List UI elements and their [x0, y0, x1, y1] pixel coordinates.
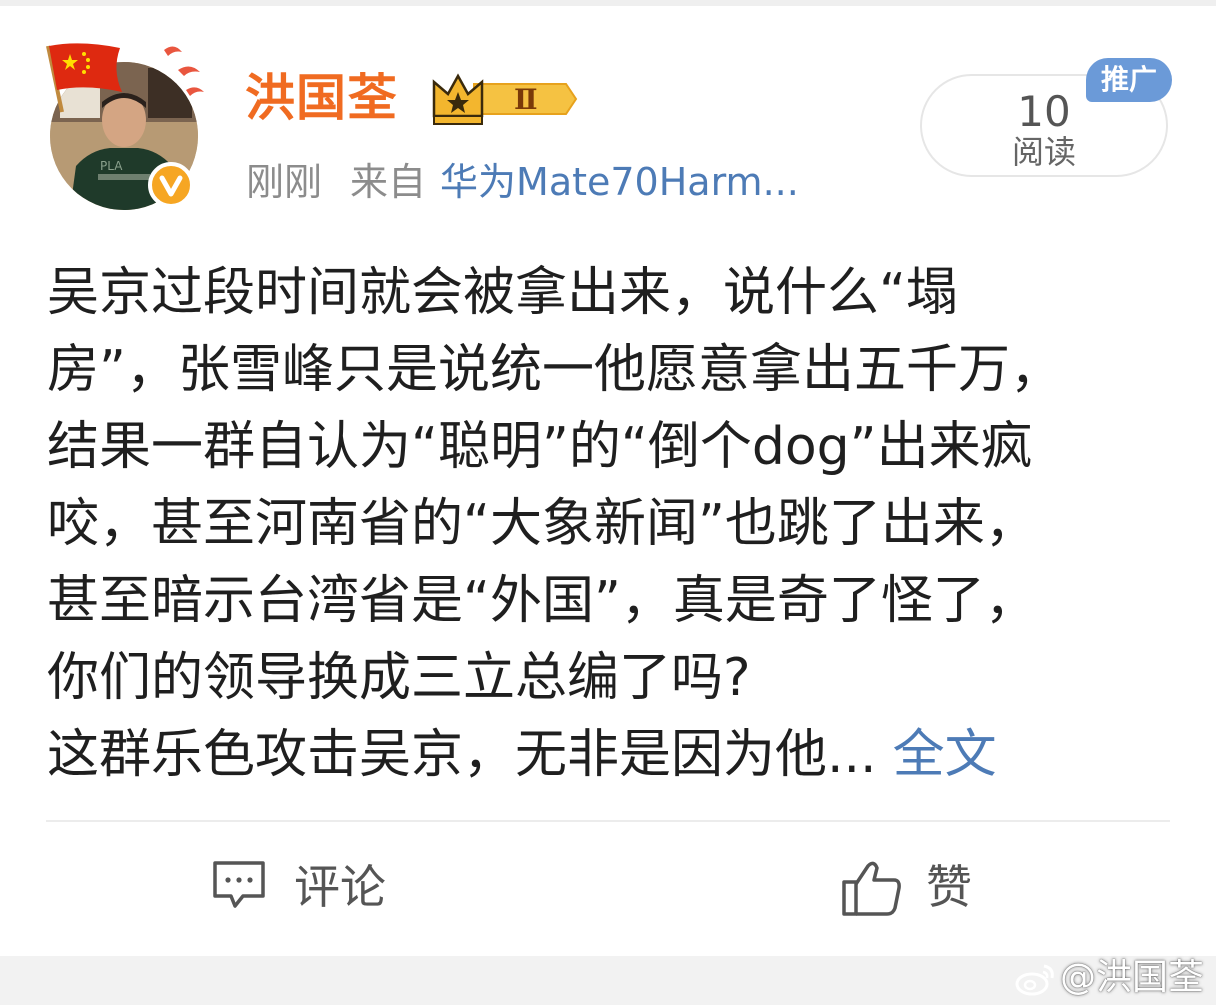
- comment-button[interactable]: 评论: [210, 852, 430, 922]
- read-label: 阅读: [1011, 133, 1076, 171]
- expand-full-text-link[interactable]: 全文: [893, 725, 997, 785]
- from-label: 来自: [350, 160, 427, 204]
- comment-label: 评论: [294, 860, 386, 914]
- svg-text:PLA: PLA: [100, 159, 123, 173]
- post-content-line: 咬，甚至河南省的“大象新闻”也跳了出来，: [47, 494, 1037, 554]
- thumbs-up-icon: [842, 861, 901, 916]
- watermark: @洪国荃: [1014, 954, 1204, 1002]
- decoration-birds-icon: [164, 46, 204, 96]
- author-name[interactable]: 洪国荃: [245, 68, 398, 128]
- watermark-text: @洪国荃: [1059, 957, 1204, 998]
- post-meta: 刚刚 来自 华为Mate70Harm...: [246, 156, 799, 208]
- post-content-truncated: 这群乐色攻击吴京，无非是因为他...: [47, 725, 877, 785]
- post-content: 吴京过段时间就会被拿出来，说什么“塌 房”，张雪峰只是说统一他愿意拿出五千万， …: [47, 255, 1167, 794]
- crown-badge-icon[interactable]: Ⅱ: [430, 70, 578, 128]
- post-time: 刚刚: [246, 160, 323, 204]
- verified-v-icon: [148, 162, 194, 208]
- like-label: 赞: [926, 860, 972, 914]
- post-content-line-last: 这群乐色攻击吴京，无非是因为他... 全文: [47, 717, 1167, 794]
- post-source-link[interactable]: 华为Mate70Harm...: [440, 156, 799, 208]
- top-border: [0, 0, 1216, 6]
- post-content-line: 房”，张雪峰只是说统一他愿意拿出五千万，: [47, 340, 1062, 400]
- weibo-logo-icon: [1015, 964, 1054, 996]
- post-content-line: 甚至暗示台湾省是“外国”，真是奇了怪了，: [47, 571, 1037, 631]
- like-button[interactable]: 赞: [840, 852, 1040, 922]
- post-content-line: 你们的领导换成三立总编了吗?: [47, 648, 751, 708]
- comment-icon: [213, 861, 265, 908]
- post-content-line: 吴京过段时间就会被拿出来，说什么“塌: [47, 263, 958, 323]
- promo-tag[interactable]: 推广: [1086, 58, 1172, 102]
- divider: [46, 820, 1170, 822]
- post-content-line: 结果一群自认为“聪明”的“倒个dog”出来疯: [47, 417, 1033, 477]
- avatar-group[interactable]: PLA: [40, 40, 210, 215]
- rank-badge-text: Ⅱ: [514, 83, 538, 116]
- china-flag-icon: [46, 43, 122, 113]
